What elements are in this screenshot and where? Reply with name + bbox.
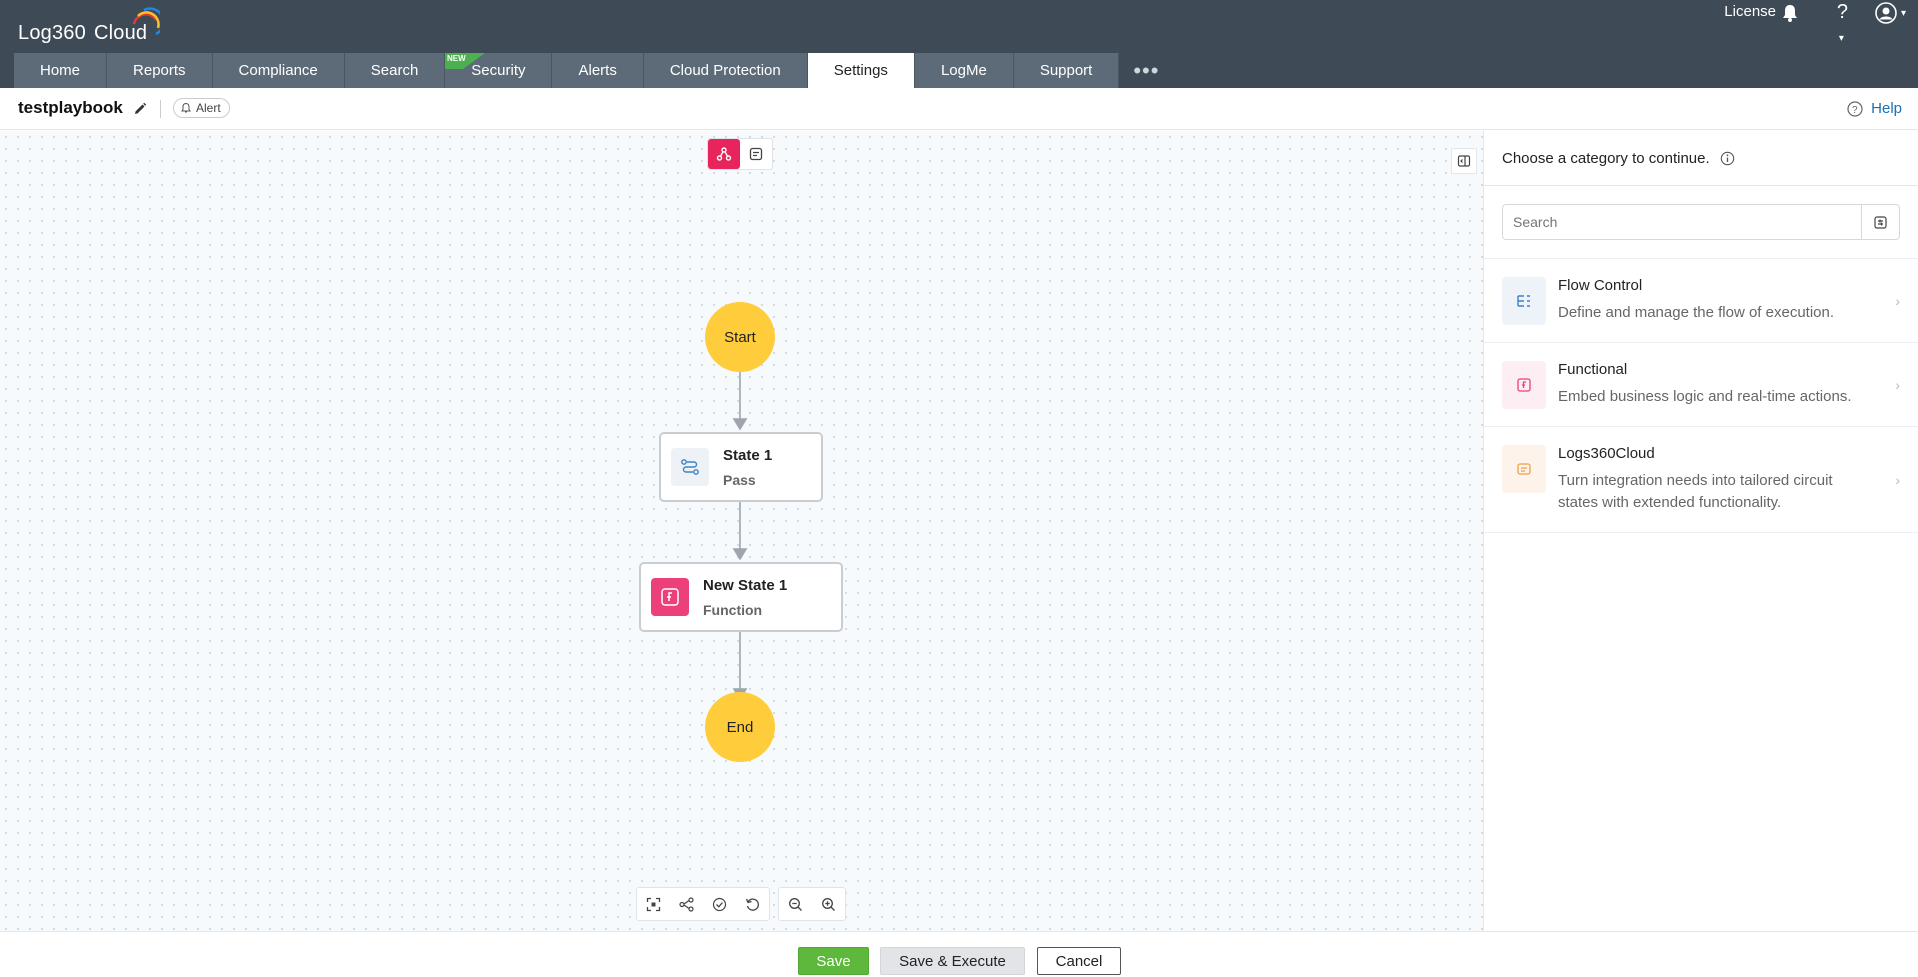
tab-label: Cloud Protection <box>669 62 781 79</box>
tab-label: Reports <box>133 62 186 79</box>
tab-security[interactable]: NEW Security <box>445 53 553 88</box>
search-input[interactable] <box>1503 205 1861 239</box>
help-link[interactable]: ? Help <box>1847 100 1902 117</box>
zoom-out-icon <box>789 897 802 911</box>
state-title: New State 1 <box>703 576 788 594</box>
zoom-in-button[interactable] <box>812 888 845 920</box>
category-name: Flow Control <box>1558 277 1643 294</box>
auto-layout-button[interactable] <box>670 888 703 920</box>
tab-logme[interactable]: LogMe <box>914 53 1014 88</box>
category-search <box>1502 204 1900 240</box>
state-node-pass[interactable]: State 1 Pass <box>659 432 823 502</box>
tab-label: LogMe <box>940 62 987 79</box>
fit-screen-icon <box>646 897 661 911</box>
state-title: State 1 <box>723 446 773 464</box>
category-panel: Choose a category to continue. Flow Cont… <box>1483 131 1918 931</box>
tab-support[interactable]: Support <box>1013 53 1120 88</box>
functional-icon <box>1502 361 1546 409</box>
top-navigation-bar: Log360 Cloud License ?▾ ▾ Home Reports Co… <box>0 0 1918 88</box>
tab-cloud-protection[interactable]: Cloud Protection <box>643 53 808 88</box>
save-execute-button[interactable]: Save & Execute <box>880 947 1025 975</box>
nodes-icon <box>679 896 694 912</box>
canvas-tools-group <box>636 887 770 921</box>
state-node-function[interactable]: New State 1 Function <box>639 562 843 632</box>
tab-compliance[interactable]: Compliance <box>212 53 345 88</box>
tab-label: Support <box>1039 62 1093 79</box>
filter-button[interactable] <box>1861 205 1899 239</box>
bell-icon[interactable] <box>1780 3 1800 23</box>
end-node[interactable]: End <box>705 692 775 762</box>
category-logs360cloud[interactable]: Logs360Cloud Turn integration needs into… <box>1484 427 1918 533</box>
chevron-right-icon: › <box>1895 376 1900 393</box>
tab-label: Alerts <box>578 62 617 79</box>
category-description: Embed business logic and real-time actio… <box>1558 388 1852 405</box>
undo-icon <box>745 897 759 911</box>
chevron-right-icon: › <box>1895 471 1900 488</box>
chevron-down-icon: ▾ <box>1900 7 1906 19</box>
category-description: Define and manage the flow of execution. <box>1558 304 1835 321</box>
canvas-toolbar <box>636 887 846 921</box>
svg-text:NEW: NEW <box>447 54 466 63</box>
tab-settings[interactable]: Settings <box>807 53 915 88</box>
category-flow-control[interactable]: Flow Control Define and manage the flow … <box>1484 258 1918 343</box>
fit-to-screen-button[interactable] <box>637 888 670 920</box>
flow-connectors <box>732 336 748 701</box>
zoom-out-button[interactable] <box>779 888 812 920</box>
help-label: Help <box>1871 100 1902 117</box>
info-icon[interactable] <box>1720 151 1735 166</box>
help-menu-icon[interactable]: ?▾ <box>1837 1 1848 47</box>
flow-control-icon <box>1502 277 1546 325</box>
category-functional[interactable]: Functional Embed business logic and real… <box>1484 343 1918 427</box>
new-badge: NEW <box>445 53 486 69</box>
reset-button[interactable] <box>736 888 769 920</box>
alert-chip: Alert <box>173 98 230 118</box>
tab-home[interactable]: Home <box>14 53 108 88</box>
tab-label: Compliance <box>238 62 318 79</box>
cancel-button[interactable]: Cancel <box>1037 947 1121 975</box>
logo-text: Log360 <box>18 22 86 44</box>
app-logo[interactable]: Log360 Cloud <box>18 22 147 45</box>
workflow-canvas[interactable]: Start State 1 Pass New State 1 Function … <box>0 131 1483 931</box>
tab-label: Search <box>370 62 419 79</box>
state-type: Pass <box>723 471 756 488</box>
filter-icon <box>1874 215 1887 229</box>
alert-chip-label: Alert <box>196 101 221 115</box>
tab-search[interactable]: Search <box>344 53 446 88</box>
check-circle-icon <box>712 897 727 911</box>
zoom-in-icon <box>822 897 835 911</box>
tab-label: Home <box>40 62 81 79</box>
license-link[interactable]: License <box>1724 3 1776 20</box>
chevron-right-icon: › <box>1895 292 1900 309</box>
category-name: Logs360Cloud <box>1558 445 1655 462</box>
zoom-group <box>778 887 846 921</box>
tab-label: Settings <box>833 62 888 79</box>
divider <box>160 100 161 118</box>
validate-button[interactable] <box>703 888 736 920</box>
action-footer: Save Save & Execute Cancel <box>0 931 1918 977</box>
logs360cloud-icon <box>1502 445 1546 493</box>
tab-reports[interactable]: Reports <box>107 53 213 88</box>
user-avatar-icon <box>1875 2 1897 24</box>
playbook-header: testplaybook Alert ? Help <box>0 88 1918 130</box>
start-node[interactable]: Start <box>705 302 775 372</box>
user-menu[interactable]: ▾ <box>1875 2 1906 24</box>
logo-arc-icon <box>132 7 160 36</box>
panel-heading: Choose a category to continue. <box>1484 131 1918 186</box>
pass-state-icon <box>671 448 709 486</box>
question-circle-icon: ? <box>1847 100 1863 117</box>
state-type: Function <box>703 601 763 618</box>
category-description: Turn integration needs into tailored cir… <box>1558 472 1833 511</box>
function-state-icon <box>651 578 689 616</box>
svg-text:?: ? <box>1852 105 1858 116</box>
edit-pencil-icon[interactable] <box>132 101 148 117</box>
bell-outline-icon <box>181 102 191 113</box>
panel-heading-text: Choose a category to continue. <box>1502 149 1710 167</box>
tab-alerts[interactable]: Alerts <box>552 53 644 88</box>
more-tabs-icon[interactable]: ••• <box>1119 53 1173 88</box>
playbook-title: testplaybook <box>18 98 123 117</box>
category-name: Functional <box>1558 361 1628 378</box>
main-tabs: Home Reports Compliance Search NEW Secur… <box>14 53 1173 88</box>
save-button[interactable]: Save <box>798 947 869 975</box>
